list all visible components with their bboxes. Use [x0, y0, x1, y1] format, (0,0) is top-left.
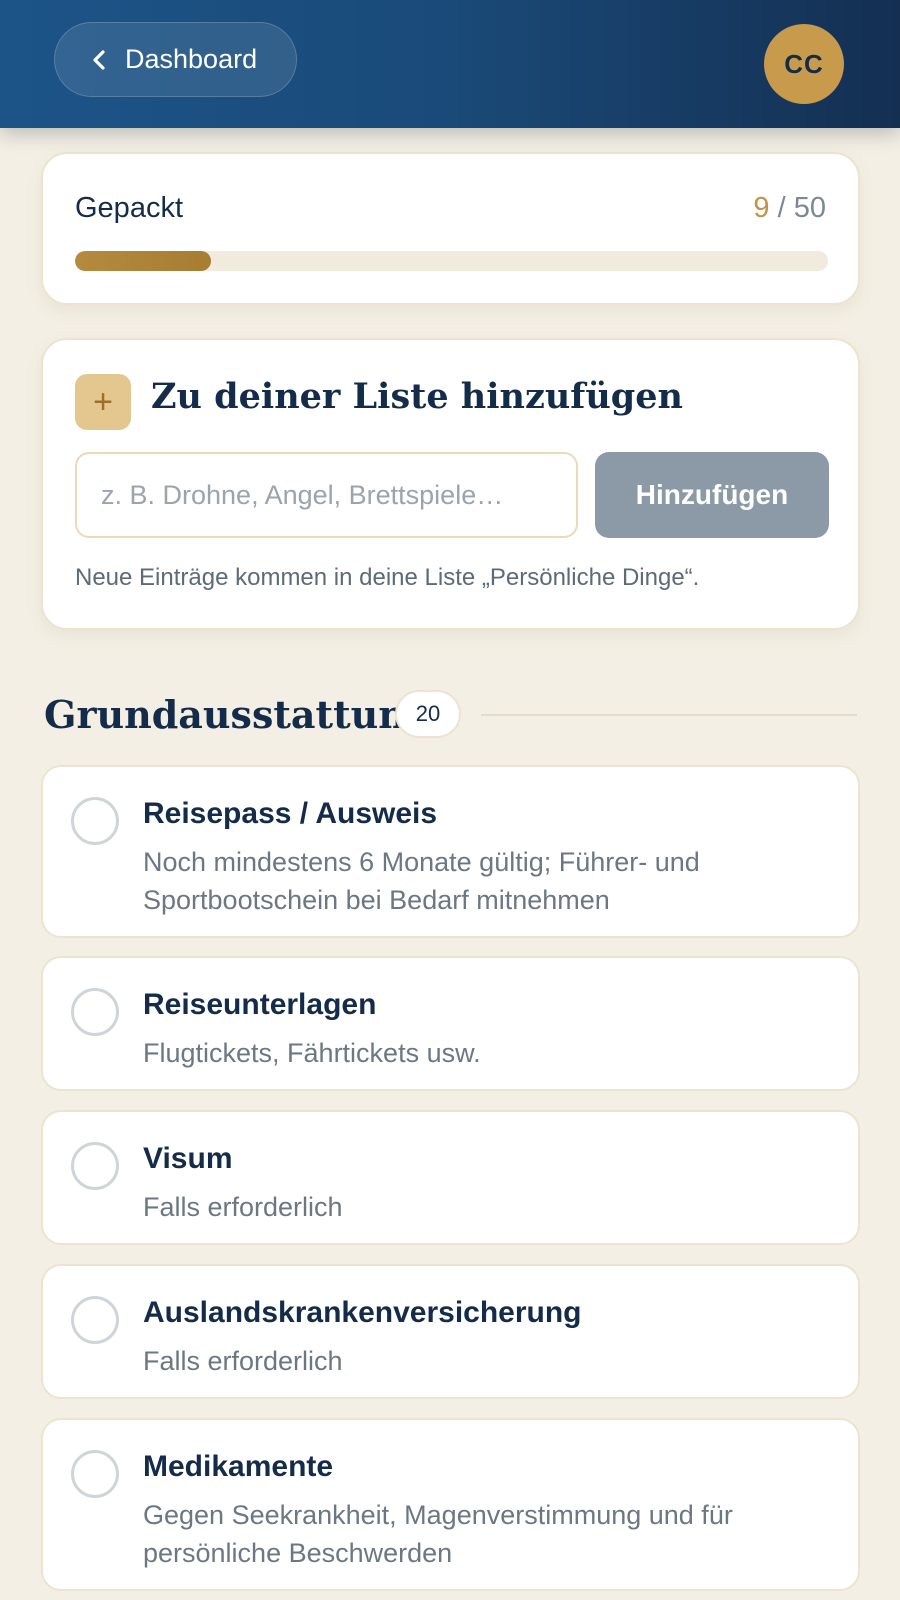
- progress-label: Gepackt: [75, 192, 183, 224]
- add-item-title: Zu deiner Liste hinzufügen: [151, 376, 683, 417]
- checklist-item[interactable]: Medikamente Gegen Seekrankheit, Magenver…: [41, 1418, 860, 1591]
- checklist-item[interactable]: Reiseunterlagen Flugtickets, Fährtickets…: [41, 956, 860, 1091]
- progress-done-count: 9: [753, 192, 770, 224]
- checklist-item[interactable]: Visum Falls erforderlich: [41, 1110, 860, 1245]
- back-to-dashboard-button[interactable]: Dashboard: [54, 22, 297, 97]
- back-label: Dashboard: [125, 44, 258, 74]
- circle-checkbox-icon[interactable]: [71, 1142, 119, 1190]
- add-item-card: + Zu deiner Liste hinzufügen Hinzufügen …: [41, 338, 860, 630]
- chevron-left-icon: [93, 49, 105, 70]
- add-item-input[interactable]: [75, 452, 578, 538]
- item-name: Reisepass / Ausweis: [143, 797, 438, 830]
- item-name: Medikamente: [143, 1450, 334, 1483]
- item-name: Reiseunterlagen: [143, 988, 377, 1021]
- plus-icon: +: [75, 374, 131, 430]
- progress-bar: [75, 251, 828, 271]
- progress-total-count: 50: [793, 192, 826, 224]
- item-name: Auslandskrankenversicherung: [143, 1296, 582, 1329]
- item-name: Visum: [143, 1142, 233, 1175]
- item-description: Noch mindestens 6 Monate gültig; Führer-…: [143, 847, 700, 915]
- item-description: Gegen Seekrankheit, Magenverstimmung und…: [143, 1500, 733, 1568]
- packing-progress-card: Gepackt 9 / 50: [41, 152, 860, 305]
- avatar-initials: CC: [784, 48, 824, 79]
- item-description: Flugtickets, Fährtickets usw.: [143, 1038, 481, 1068]
- item-description: Falls erforderlich: [143, 1192, 343, 1222]
- add-item-hint: Neue Einträge kommen in deine Liste „Per…: [75, 564, 700, 591]
- circle-checkbox-icon[interactable]: [71, 1450, 119, 1498]
- checklist-item[interactable]: Auslandskrankenversicherung Falls erford…: [41, 1264, 860, 1399]
- section-count-badge: 20: [395, 690, 461, 738]
- section-divider: [481, 714, 857, 716]
- progress-separator: /: [769, 192, 794, 224]
- checklist-item[interactable]: Reisepass / Ausweis Noch mindestens 6 Mo…: [41, 765, 860, 938]
- progress-count: 9 / 50: [753, 192, 826, 225]
- add-item-button[interactable]: Hinzufügen: [595, 452, 829, 538]
- app-header: Dashboard CC: [0, 0, 900, 128]
- item-description: Falls erforderlich: [143, 1346, 343, 1376]
- user-avatar[interactable]: CC: [764, 24, 844, 104]
- circle-checkbox-icon[interactable]: [71, 797, 119, 845]
- circle-checkbox-icon[interactable]: [71, 988, 119, 1036]
- circle-checkbox-icon[interactable]: [71, 1296, 119, 1344]
- progress-bar-fill: [75, 251, 211, 271]
- section-title: Grundausstattung: [44, 692, 433, 737]
